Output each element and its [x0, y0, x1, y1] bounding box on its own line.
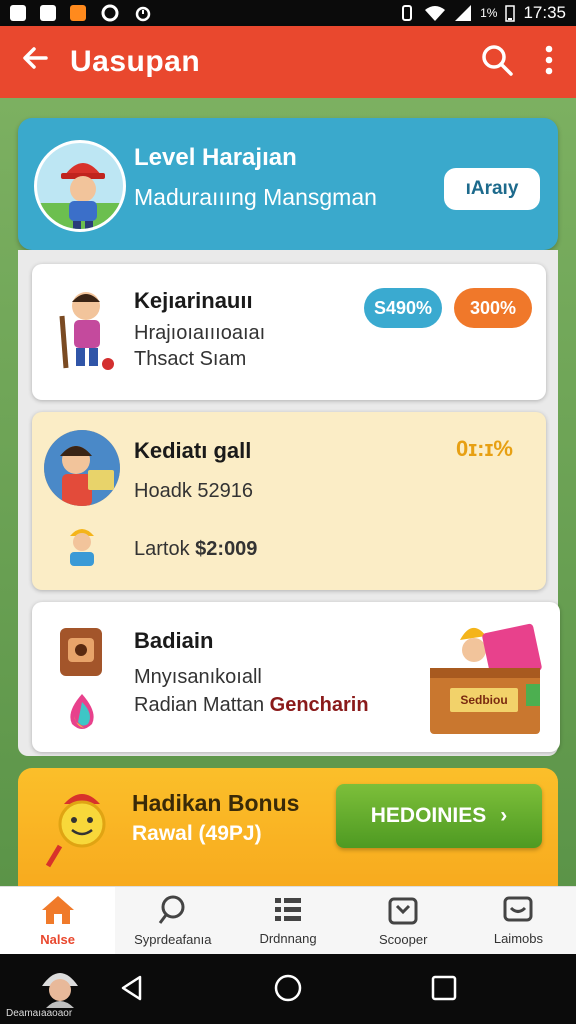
task-card-2[interactable]: Kediatı gall Hoadk 52916 Lartok $2:009 0… — [32, 412, 546, 590]
card-3-line2: Radian Mattan Gencharin — [134, 694, 369, 717]
card-2-title: Kediatı gall — [134, 438, 252, 463]
search-button[interactable] — [480, 43, 514, 82]
bonus-subtitle: Rawal (49PJ) — [132, 822, 262, 845]
card-1-line1: Hrajıoıaıııoaıaı — [134, 322, 266, 344]
arrow-left-icon — [23, 47, 48, 69]
card-2-line2: Lartok $2:009 — [134, 538, 257, 561]
nav-label-search: Syprdeafanıa — [134, 932, 212, 947]
card-2-amount: $2:009 — [195, 538, 258, 560]
kid-with-tool-icon — [59, 292, 114, 370]
bonus-action-button[interactable]: HEDOINIES › — [336, 784, 542, 848]
list-icon — [275, 898, 301, 921]
nav-item-list[interactable]: Drdnnang — [230, 887, 345, 954]
vibrate-icon — [402, 5, 413, 21]
card-3-line1: Mnyısanıkoıall — [134, 666, 262, 688]
clock: 17:35 — [523, 3, 566, 22]
card-1-title: Kejıarinauıı — [134, 288, 253, 313]
signal-icon — [455, 5, 472, 21]
nav-label-list: Drdnnang — [259, 931, 317, 946]
boy-character-icon — [37, 163, 123, 229]
colorful-drop-icon — [70, 694, 94, 729]
search-icon — [158, 895, 185, 924]
shop-icon — [388, 897, 418, 925]
page-title: Uasupan — [70, 45, 201, 78]
back-button[interactable] — [0, 43, 70, 81]
wifi-icon — [425, 6, 446, 21]
card-3-highlight: Gencharin — [269, 694, 369, 716]
avatar — [42, 973, 78, 1008]
battery-icon — [505, 5, 516, 22]
settings-notification-icon — [101, 4, 119, 22]
recents-square-icon[interactable] — [430, 974, 458, 1002]
bonus-title: Hadikan Bonus — [132, 790, 300, 816]
card-3-line2-prefix: Radian Mattan — [134, 694, 265, 716]
chevron-right-icon: › — [500, 804, 508, 827]
treasure-box-icon — [430, 623, 542, 734]
status-bar: 1% 17:35 — [0, 0, 576, 26]
alarm-notification-icon — [135, 6, 151, 22]
level-action-button[interactable]: ıAraıy — [444, 168, 540, 210]
bottom-navigation: Nalse Syprdeafanıa Drdnnang Scooper Laim… — [0, 886, 576, 954]
treasure-box-illustration: Sedbiou — [416, 614, 552, 740]
card-2-line1: Hoadk 52916 — [134, 480, 253, 502]
nav-item-inbox[interactable]: Laimobs — [461, 887, 576, 954]
level-subtitle: Maduraıııng Mansgman — [134, 184, 377, 210]
card-3-title: Badiain — [134, 628, 214, 653]
level-avatar — [34, 140, 126, 232]
card-1-badge-orange: 300% — [454, 288, 532, 328]
wallet-icon — [60, 628, 102, 676]
box-label: Sedbiou — [450, 688, 518, 712]
home-circle-icon[interactable] — [273, 973, 303, 1003]
home-icon — [41, 896, 74, 924]
system-navigation-bar: Deamaıaaoaor — [0, 954, 576, 1024]
battery-text: 1% — [480, 6, 498, 20]
card-2-line2-prefix: Lartok — [134, 538, 190, 560]
profile-label: Deamaıaaoaor — [6, 1008, 73, 1019]
lightbulb-mascot-icon — [45, 794, 106, 868]
profile-avatar[interactable] — [36, 964, 84, 1008]
card-1-badge-blue: S490% — [364, 288, 442, 328]
level-card[interactable]: Level Harajıan Maduraıııng Mansgman ıAra… — [18, 118, 558, 250]
nav-label-inbox: Laimobs — [493, 931, 543, 946]
level-title: Level Harajıan — [134, 144, 297, 171]
inbox-icon — [503, 896, 533, 922]
gallery-notification-icon — [10, 5, 26, 21]
nav-label-home: Nalse — [40, 932, 75, 947]
main-content: Level Harajıan Maduraıııng Mansgman ıAra… — [0, 98, 576, 918]
nav-label-shop: Scooper — [379, 932, 428, 947]
nav-item-shop[interactable]: Scooper — [346, 887, 461, 954]
bonus-button-label: HEDOINIES — [370, 804, 487, 827]
app-notification-icon — [40, 5, 56, 21]
nav-item-home[interactable]: Nalse — [0, 887, 116, 954]
card-1-line2: Thsact Sıam — [134, 348, 247, 370]
more-vert-icon — [545, 45, 553, 74]
card-2-percent: 0ɪ:ɪ% — [456, 436, 513, 461]
back-triangle-icon[interactable] — [118, 974, 146, 1002]
worker-character-icon — [70, 529, 94, 566]
search-icon — [482, 44, 513, 76]
boy-with-computer-icon — [44, 430, 120, 506]
nav-item-search[interactable]: Syprdeafanıa — [115, 887, 230, 954]
task-card-3[interactable]: Badiain Mnyısanıkoıall Radian Mattan Gen… — [32, 602, 560, 752]
more-options-button[interactable] — [544, 45, 554, 80]
message-notification-icon — [70, 5, 86, 21]
card-2-avatar — [44, 430, 120, 506]
app-bar: Uasupan — [0, 26, 576, 98]
cards-panel: Kejıarinauıı Hrajıoıaıııoaıaı Thsact Sıa… — [18, 250, 560, 756]
task-card-1[interactable]: Kejıarinauıı Hrajıoıaıııoaıaı Thsact Sıa… — [32, 264, 546, 400]
